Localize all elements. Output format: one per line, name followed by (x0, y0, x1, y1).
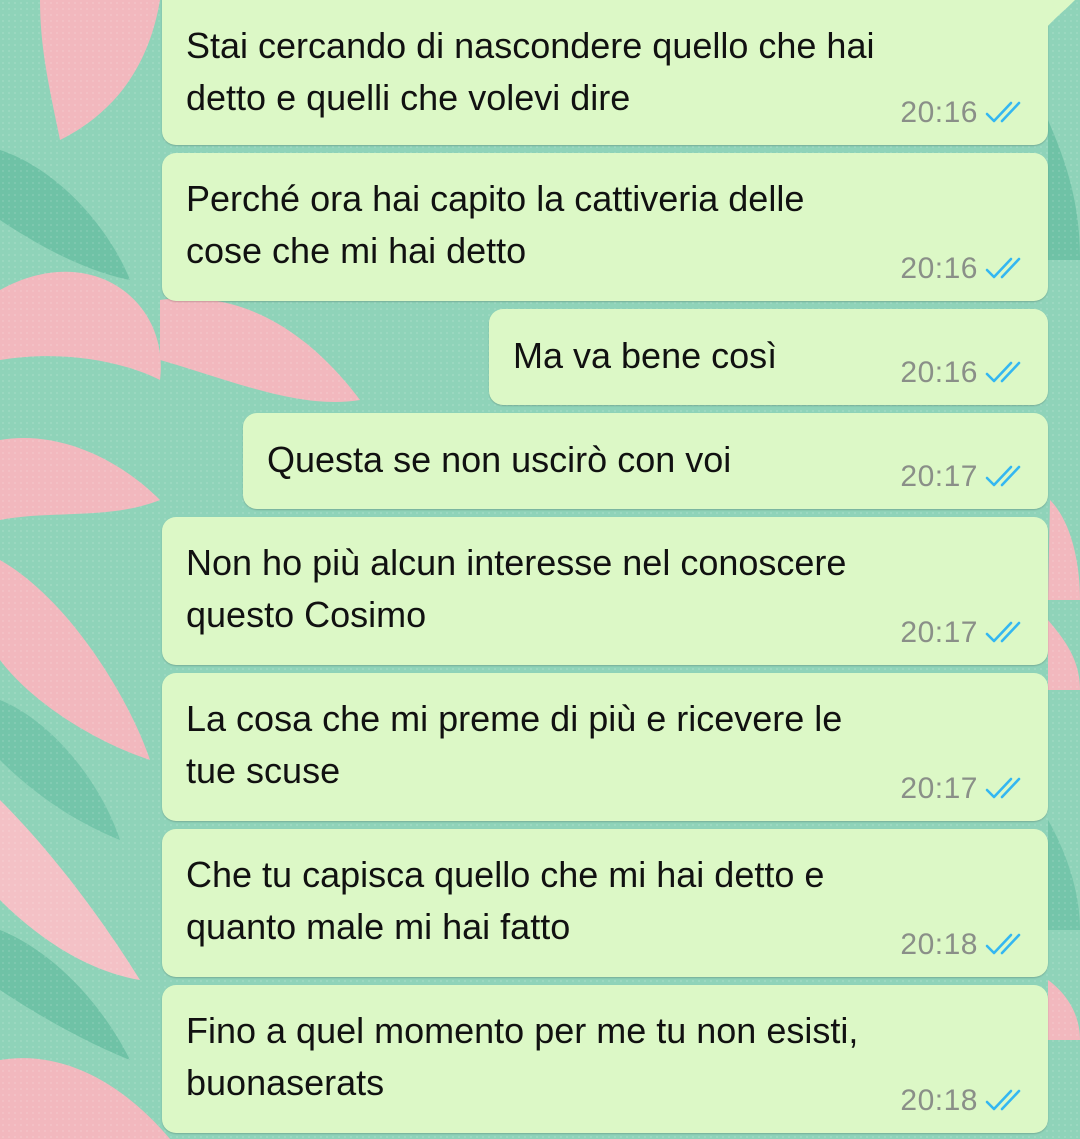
message-timestamp: 20:17 (900, 616, 978, 649)
message-bubble[interactable]: La cosa che mi preme di più e ricevere l… (162, 673, 1048, 821)
message-text: Non ho più alcun interesse nel conoscere… (186, 542, 847, 635)
message-meta: 20:16 (900, 353, 1026, 393)
message-text: Fino a quel momento per me tu non esisti… (186, 1010, 859, 1103)
message-timestamp: 20:17 (900, 460, 978, 493)
message-meta: 20:17 (900, 457, 1026, 497)
message-bubble[interactable]: Questa se non uscirò con voi 20:17 (243, 413, 1048, 509)
bubble-tail (1030, 0, 1075, 28)
double-check-read-icon (985, 361, 1021, 383)
message-list[interactable]: Stai cercando di nascondere quello che h… (0, 0, 1080, 1139)
message-timestamp: 20:16 (900, 96, 978, 129)
double-check-read-icon (985, 621, 1021, 643)
message-meta: 20:18 (900, 925, 1026, 965)
message-meta: 20:18 (900, 1081, 1026, 1121)
message-timestamp: 20:18 (900, 928, 978, 961)
message-text: Questa se non uscirò con voi (267, 439, 732, 480)
message-text: Stai cercando di nascondere quello che h… (186, 25, 875, 118)
double-check-read-icon (985, 777, 1021, 799)
message-timestamp: 20:17 (900, 772, 978, 805)
message-text: Che tu capisca quello che mi hai detto e… (186, 854, 825, 947)
message-bubble[interactable]: Perché ora hai capito la cattiveria dell… (162, 153, 1048, 301)
message-text: La cosa che mi preme di più e ricevere l… (186, 698, 843, 791)
message-text: Ma va bene così (513, 335, 778, 376)
message-meta: 20:16 (900, 249, 1026, 289)
message-bubble[interactable]: Fino a quel momento per me tu non esisti… (162, 985, 1048, 1133)
double-check-read-icon (985, 1089, 1021, 1111)
double-check-read-icon (985, 101, 1021, 123)
message-bubble[interactable]: Ma va bene così 20:16 (489, 309, 1048, 405)
message-timestamp: 20:16 (900, 252, 978, 285)
message-timestamp: 20:16 (900, 356, 978, 389)
double-check-read-icon (985, 257, 1021, 279)
double-check-read-icon (985, 465, 1021, 487)
message-bubble[interactable]: Stai cercando di nascondere quello che h… (162, 0, 1048, 145)
message-bubble[interactable]: Non ho più alcun interesse nel conoscere… (162, 517, 1048, 665)
message-bubble[interactable]: Che tu capisca quello che mi hai detto e… (162, 829, 1048, 977)
message-text: Perché ora hai capito la cattiveria dell… (186, 178, 805, 271)
message-meta: 20:16 (900, 93, 1026, 133)
double-check-read-icon (985, 933, 1021, 955)
message-meta: 20:17 (900, 769, 1026, 809)
message-meta: 20:17 (900, 613, 1026, 653)
message-timestamp: 20:18 (900, 1084, 978, 1117)
